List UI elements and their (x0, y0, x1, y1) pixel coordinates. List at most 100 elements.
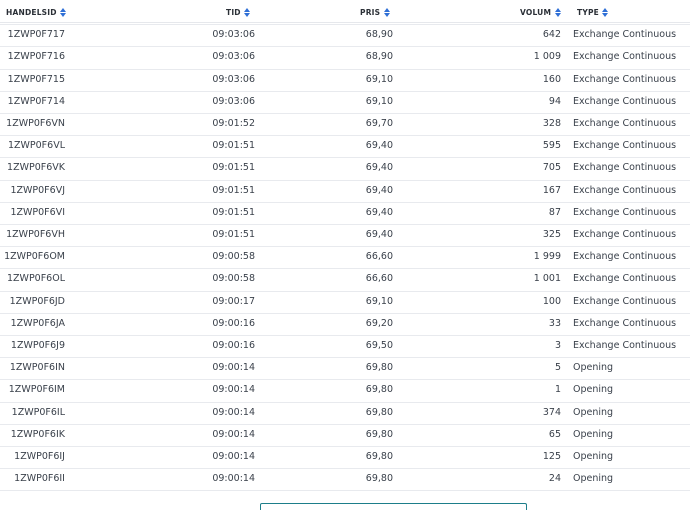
trade-time: 09:03:06 (212, 95, 255, 107)
trade-time: 09:01:51 (212, 206, 255, 218)
trade-id: 1ZWP0F6VH (6, 229, 65, 240)
trade-price: 69,10 (365, 295, 393, 307)
trade-type: Exchange Continuous (573, 206, 677, 218)
trade-time: 09:00:14 (212, 384, 255, 396)
trade-type: Opening (573, 384, 614, 396)
trade-price: 68,90 (365, 29, 393, 41)
trade-type: Exchange Continuous (573, 251, 677, 263)
trade-type: Exchange Continuous (573, 29, 677, 41)
trade-type: Opening (573, 451, 614, 462)
table-row[interactable]: 1ZWP0F6II 09:00:14 69,80 24 Opening (0, 468, 690, 492)
trade-type: Opening (573, 406, 614, 418)
trades-table-body: 1ZWP0F7KZ09:07:3569,00999Exchange Contin… (0, 0, 690, 507)
table-row[interactable]: 1ZWP0F717 09:03:06 68,90 642 Exchange Contin… (0, 24, 690, 48)
trade-id: 1ZWP0F6VK (7, 162, 65, 174)
sort-icon[interactable] (602, 7, 609, 17)
trade-time: 09:01:51 (212, 229, 255, 240)
table-row[interactable]: 1ZWP0F6JD 09:00:17 69,10 100 Exchange Contin… (0, 291, 690, 314)
trade-id: 1ZWP0F6OM (4, 251, 65, 263)
table-row[interactable]: 1ZWP0F716 09:03:06 68,90 1 009 Exchange Cont… (0, 46, 690, 70)
trade-time: 09:03:06 (212, 29, 255, 41)
table-row[interactable]: 1ZWP0F6IK 09:00:14 69,80 65 Opening (0, 424, 690, 447)
table-row[interactable]: 1ZWP0F6VN 09:01:52 69,70 328 Exchange Contin… (0, 113, 690, 137)
sort-icon[interactable] (60, 7, 67, 17)
table-row[interactable]: 1ZWP0F715 09:03:06 69,10 160 Exchange Contin… (0, 69, 690, 92)
trade-type: Exchange Continuous (573, 118, 677, 129)
trade-id: 1ZWP0F6IJ (14, 451, 65, 462)
trade-price: 69,50 (365, 340, 393, 351)
trade-id: 1ZWP0F6II (14, 473, 65, 485)
trade-volume: 125 (542, 451, 561, 462)
trade-price: 69,80 (365, 473, 393, 485)
trade-time: 09:01:52 (212, 118, 255, 129)
trade-type: Exchange Continuous (573, 273, 677, 285)
trade-volume: 374 (542, 406, 561, 418)
trade-price: 69,40 (365, 229, 393, 240)
trade-time: 09:00:14 (212, 428, 255, 440)
trade-volume: 705 (542, 162, 561, 174)
trade-id: 1ZWP0F6JA (10, 317, 65, 329)
trade-volume: 3 (554, 340, 561, 351)
trade-type: Exchange Continuous (573, 162, 677, 174)
table-row[interactable]: 1ZWP0F6VL 09:01:51 69,40 595 Exchange Contin… (0, 135, 690, 159)
trade-id: 1ZWP0F6IN (9, 362, 65, 374)
table-row[interactable]: 1ZWP0F6VJ 09:01:51 69,40 167 Exchange Contin… (0, 180, 690, 203)
trade-price: 69,10 (365, 73, 393, 85)
column-header-type-label: TYPE (577, 7, 599, 17)
table-row[interactable]: 1ZWP0F6J9 09:00:16 69,50 3 Exchange Continuo… (0, 335, 690, 359)
table-row[interactable]: 1ZWP0F6IJ 09:00:14 69,80 125 Opening (0, 446, 690, 470)
trade-type: Exchange Continuous (573, 73, 677, 85)
trade-time: 09:01:51 (212, 162, 255, 174)
column-header-type[interactable]: TYPE (577, 7, 609, 17)
trade-volume: 65 (548, 428, 561, 440)
table-row[interactable]: 1ZWP0F714 09:03:06 69,10 94 Exchange Continu… (0, 91, 690, 114)
trade-price: 66,60 (365, 251, 393, 263)
trade-price: 69,80 (365, 406, 393, 418)
sort-icon[interactable] (383, 7, 390, 17)
column-header-volume-label: VOLUM (520, 7, 552, 17)
table-row[interactable]: 1ZWP0F6VK 09:01:51 69,40 705 Exchange Contin… (0, 157, 690, 181)
trade-volume: 1 009 (533, 51, 561, 63)
table-row[interactable]: 1ZWP0F6IM 09:00:14 69,80 1 Opening (0, 379, 690, 403)
table-row[interactable]: 1ZWP0F6IN 09:00:14 69,80 5 Opening (0, 357, 690, 381)
trade-price: 69,70 (365, 118, 393, 129)
trade-time: 09:03:06 (212, 73, 255, 85)
table-row[interactable]: 1ZWP0F6JA 09:00:16 69,20 33 Exchange Continu… (0, 313, 690, 336)
trade-time: 09:00:58 (212, 273, 255, 285)
trade-time: 09:03:06 (212, 51, 255, 63)
trade-volume: 33 (548, 317, 561, 329)
trade-price: 69,80 (365, 384, 393, 396)
trade-time: 09:00:16 (212, 317, 255, 329)
trade-volume: 160 (542, 73, 561, 85)
trade-id: 1ZWP0F6IM (8, 384, 65, 396)
trade-id: 1ZWP0F6JD (9, 295, 65, 307)
column-header-id[interactable]: HANDELSID (6, 7, 67, 17)
trade-volume: 325 (542, 229, 561, 240)
table-row[interactable]: 1ZWP0F6VI 09:01:51 69,40 87 Exchange Continu… (0, 202, 690, 225)
table-row[interactable]: 1ZWP0F6IL 09:00:14 69,80 374 Opening (0, 402, 690, 425)
table-row[interactable]: 1ZWP0F6OL 09:00:58 66,60 1 001 Exchange Cont… (0, 268, 690, 292)
table-row[interactable]: 1ZWP0F6VH 09:01:51 69,40 325 Exchange Contin… (0, 224, 690, 248)
trade-id: 1ZWP0F716 (7, 51, 65, 63)
column-header-volume[interactable]: VOLUM (520, 7, 561, 17)
sort-icon[interactable] (244, 7, 251, 17)
trade-price: 69,80 (365, 428, 393, 440)
trade-volume: 87 (548, 206, 561, 218)
trade-price: 69,40 (365, 184, 393, 196)
trade-volume: 328 (542, 118, 561, 129)
column-header-price-label: PRIS (360, 7, 381, 17)
trade-id: 1ZWP0F6VL (7, 140, 65, 152)
trade-volume: 1 001 (533, 273, 561, 285)
trade-price: 69,20 (365, 317, 393, 329)
column-header-price[interactable]: PRIS (360, 7, 390, 17)
trade-volume: 167 (542, 184, 561, 196)
trade-volume: 94 (548, 95, 561, 107)
sort-icon[interactable] (554, 7, 561, 17)
trade-type: Exchange Continuous (573, 184, 677, 196)
table-row[interactable]: 1ZWP0F6OM 09:00:58 66,60 1 999 Exchange Cont… (0, 246, 690, 270)
column-header-time[interactable]: TID (226, 7, 251, 17)
trade-id: 1ZWP0F6IK (10, 428, 65, 440)
trade-time: 09:00:14 (212, 451, 255, 462)
trade-type: Exchange Continuous (573, 51, 677, 63)
trade-price: 69,40 (365, 140, 393, 152)
